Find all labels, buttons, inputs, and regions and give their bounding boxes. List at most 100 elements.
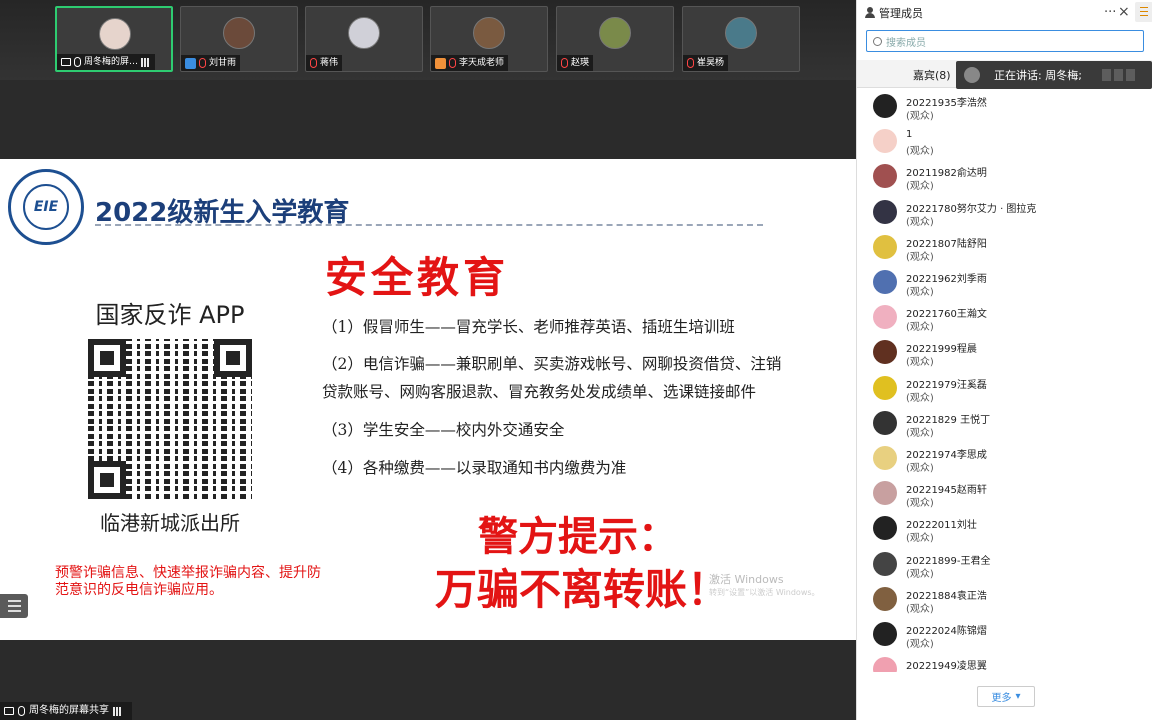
avatar (873, 516, 897, 541)
slide-item: （4）各种缴费——以录取通知书内缴费为准 (322, 459, 627, 477)
avatar (873, 622, 897, 646)
member-row[interactable]: 20222011刘壮 (观众) (857, 512, 1152, 547)
panel-header: 管理成员 ··· × (857, 0, 1152, 26)
member-role: (观众) (906, 216, 934, 228)
mic-muted-icon (687, 58, 694, 68)
member-row[interactable]: 20221979汪奚磊 (观众) (857, 372, 1152, 407)
member-row[interactable]: 20222024陈锦熠 (观众) (857, 618, 1152, 653)
avatar (964, 67, 980, 83)
member-role: (观众) (906, 287, 934, 298)
user-icon (185, 57, 196, 69)
participant-label: 赵瑛 (557, 55, 594, 71)
divider (95, 224, 763, 226)
member-row[interactable]: 20221899-王君全 (观众) (857, 548, 1152, 583)
qr-finder (88, 461, 126, 499)
police-tip-title: 警方提示： (478, 514, 678, 560)
signal-icon (141, 57, 152, 67)
more-options-icon[interactable]: ··· (1104, 5, 1116, 20)
member-row[interactable]: 20221999程晨 (观众) (857, 336, 1152, 371)
member-row[interactable]: 20221829 王悦丁 (观众) (857, 407, 1152, 442)
panel-title: 管理成员 (879, 7, 923, 20)
search-input[interactable]: 搜索成员 (866, 30, 1144, 52)
participant-tile-2[interactable]: 蒋伟 (305, 6, 423, 72)
member-role: (观众) (906, 146, 934, 158)
mic-muted-icon (561, 58, 568, 68)
avatar (873, 410, 897, 435)
member-list: 20221935李浩然 (观众) 1 (观众) 20211982俞达明 (观众) 20221… (857, 90, 1152, 672)
participant-label: 蒋伟 (306, 55, 343, 71)
member-role: (观众) (906, 498, 934, 510)
avatar (725, 17, 757, 49)
avatar (873, 551, 897, 576)
member-role: (观众) (906, 427, 934, 439)
tab-guests[interactable]: 嘉宾(8) (913, 67, 951, 83)
qr-finder (214, 339, 252, 377)
member-row[interactable]: 20221780努尔艾力 · 图拉克 (观众) (857, 196, 1152, 231)
qr-code (88, 339, 252, 499)
people-icon (865, 7, 875, 18)
member-panel: 管理成员 ··· × 搜索成员 嘉宾(8) 20221935李浩然 (观众) 1 (观… (856, 0, 1152, 720)
member-row[interactable]: 20221974李思成 (观众) (857, 442, 1152, 477)
participant-label: 李天成老师 (431, 55, 509, 71)
member-row[interactable]: 1 (观众) (857, 125, 1152, 160)
avatar (873, 446, 897, 470)
signal-icon (113, 706, 123, 716)
caret-down-icon: ▾ (1015, 691, 1021, 702)
slide-item: （3）学生安全——校内外交通安全 (322, 421, 565, 439)
participant-label: 崔昊杨 (683, 55, 729, 71)
mic-muted-icon (310, 58, 317, 68)
mic-icon (74, 57, 81, 67)
avatar (473, 17, 505, 49)
member-role: (观众) (906, 322, 934, 334)
participant-label: 周冬梅的屏… (57, 54, 156, 70)
member-role: (观众) (906, 251, 934, 263)
school-logo: EIE (8, 169, 84, 245)
list-icon[interactable] (1135, 2, 1152, 22)
participant-tile-3[interactable]: 李天成老师 (430, 6, 548, 72)
meeting-stage: 周冬梅的屏… 刘甘雨 蒋伟 李天成老师 赵瑛 崔昊杨 EIE 2022级新生入学… (0, 0, 856, 720)
avatar (873, 94, 897, 118)
slide-heading: 安全教育 (325, 253, 510, 302)
member-row[interactable]: 20221962刘季雨 (观众) (857, 266, 1152, 301)
screen-share-icon (61, 58, 71, 66)
avatar (873, 657, 897, 672)
member-row[interactable]: 20221760王瀚文 (观众) (857, 301, 1152, 336)
member-role: (观众) (906, 639, 934, 650)
screen-share-icon (4, 707, 14, 715)
member-row[interactable]: 20221945赵雨轩 (观众) (857, 477, 1152, 512)
avatar (223, 17, 255, 49)
avatar (348, 17, 380, 49)
member-row[interactable]: 20221807陆舒阳 (观众) (857, 231, 1152, 266)
member-row[interactable]: 20211982俞达明 (观众) (857, 160, 1152, 195)
member-role: (观众) (906, 181, 934, 193)
member-row[interactable]: 20221884袁正浩 (观众) (857, 583, 1152, 618)
avatar (99, 18, 131, 50)
speaking-indicator: 正在讲话: 周冬梅; (956, 61, 1152, 89)
participant-tile-5[interactable]: 崔昊杨 (682, 6, 800, 72)
app-description: 预警诈骗信息、快速举报诈骗内容、提升防范意识的反电信诈骗应用。 (55, 565, 321, 598)
member-row[interactable]: 20221949凌思翼(观众) (857, 653, 1152, 672)
avatar (873, 164, 897, 189)
activation-watermark: 激活 Windows (709, 573, 784, 586)
participant-tile-1[interactable]: 刘甘雨 (180, 6, 298, 72)
more-button[interactable]: 更多 ▾ (977, 686, 1035, 707)
avatar (873, 234, 897, 259)
participant-tile-4[interactable]: 赵瑛 (556, 6, 674, 72)
close-icon[interactable]: × (1118, 4, 1130, 20)
member-role: (观众) (906, 533, 934, 545)
participant-strip: 周冬梅的屏… 刘甘雨 蒋伟 李天成老师 赵瑛 崔昊杨 (0, 0, 856, 80)
avatar (873, 340, 897, 365)
brand-logo (1102, 69, 1138, 81)
participant-tile-0[interactable]: 周冬梅的屏… (55, 6, 173, 72)
mic-muted-icon (449, 58, 456, 68)
qr-card: 国家反诈 APP 临港新城派出所 (70, 295, 270, 545)
participant-label: 刘甘雨 (181, 55, 241, 71)
search-icon (873, 36, 882, 46)
screen-share-status[interactable]: 周冬梅的屏幕共享 (0, 702, 132, 720)
slide-item: 贷款账号、网购客服退款、冒充教务处发成绩单、选课链接邮件 (322, 383, 757, 401)
avatar (873, 270, 897, 294)
menu-icon[interactable] (0, 594, 28, 618)
avatar (873, 375, 897, 400)
member-row[interactable]: 20221935李浩然 (观众) (857, 90, 1152, 125)
avatar (873, 481, 897, 506)
